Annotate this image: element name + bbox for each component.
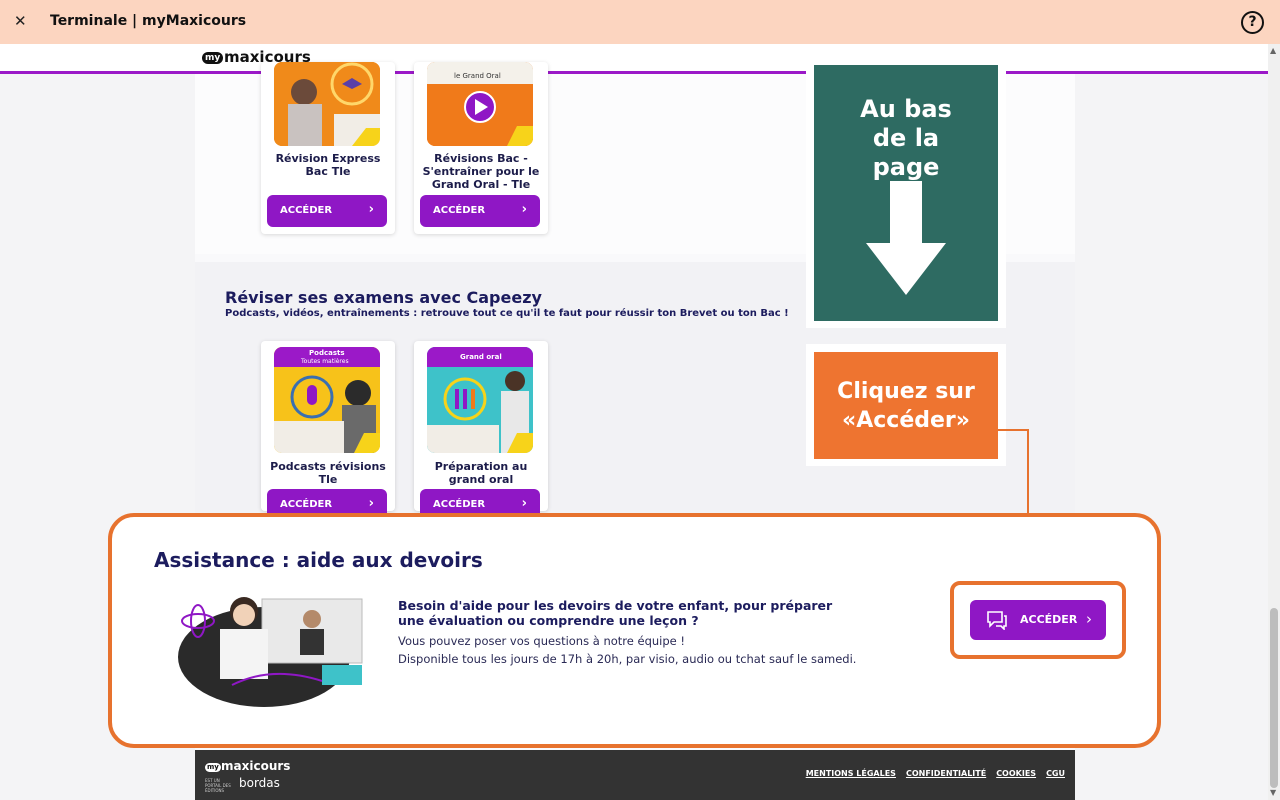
- thumb-badge: Grand oral: [460, 353, 502, 361]
- chevron-right-icon: ›: [521, 202, 527, 217]
- assistance-illustration: [178, 597, 363, 707]
- section-title: Réviser ses examens avec Capeezy: [225, 288, 542, 307]
- thumb-caption: le Grand Oral: [454, 72, 501, 80]
- arrow-down-icon: [866, 181, 946, 295]
- assistance-title: Assistance : aide aux devoirs: [154, 548, 483, 572]
- assistance-section: Assistance : aide aux devoirs Besoin d'a…: [108, 513, 1161, 748]
- chevron-right-icon: ›: [368, 496, 374, 511]
- access-button[interactable]: ACCÉDER ›: [420, 195, 540, 227]
- highlight-frame: ACCÉDER ›: [950, 581, 1126, 659]
- card-thumbnail: Grand oral: [427, 347, 533, 453]
- chevron-right-icon: ›: [1086, 610, 1092, 628]
- card-title: Podcasts révisions Tle: [270, 460, 386, 486]
- site-header: my maxicours: [0, 44, 1268, 74]
- course-card: Grand oral Préparation au grand oral ACC…: [414, 341, 548, 521]
- thumb-badge: Podcasts: [309, 349, 345, 357]
- chevron-right-icon: ›: [521, 496, 527, 511]
- card-title: Préparation au grand oral: [434, 460, 528, 486]
- footer-logo-my: my: [205, 763, 221, 772]
- callout-connector: [998, 429, 1028, 431]
- scrollbar-thumb[interactable]: [1270, 608, 1278, 788]
- footer-links: MENTIONS LÉGALES CONFIDENTIALITÉ COOKIES…: [806, 769, 1065, 778]
- footer-link-confidentialite[interactable]: CONFIDENTIALITÉ: [906, 769, 986, 778]
- callout-text: Cliquez sur «Accéder»: [837, 379, 975, 433]
- site-footer: my maxicours EST UN PORTAIL DES ÉDITIONS…: [195, 750, 1075, 800]
- card-title: Révision Express Bac Tle: [275, 152, 381, 178]
- close-icon[interactable]: ✕: [14, 12, 27, 30]
- course-card: Podcasts Toutes matières Podcasts révisi…: [261, 341, 395, 521]
- chat-icon: [987, 611, 1007, 630]
- card-title: Révisions Bac - S'entraîner pour le Gran…: [422, 152, 540, 191]
- instruction-callout-green: Au bas de la page: [814, 65, 998, 321]
- thumb-badge-sub: Toutes matières: [301, 358, 349, 365]
- question-icon[interactable]: ?: [1241, 11, 1264, 34]
- course-card: le Grand Oral Révisions Bac - S'entraîne…: [414, 62, 548, 234]
- footer-logo[interactable]: maxicours: [221, 759, 290, 773]
- access-button[interactable]: ACCÉDER ›: [267, 195, 387, 227]
- assistance-line: Disponible tous les jours de 17h à 20h, …: [398, 652, 857, 666]
- card-thumbnail: [274, 62, 380, 146]
- footer-link-cookies[interactable]: COOKIES: [996, 769, 1036, 778]
- logo-my: my: [202, 52, 224, 64]
- scroll-down-icon[interactable]: ▼: [1270, 788, 1276, 797]
- assistance-headline: Besoin d'aide pour les devoirs de votre …: [398, 598, 833, 628]
- footer-logo-sub: EST UN PORTAIL DES ÉDITIONS: [205, 778, 231, 793]
- section-subtitle: Podcasts, vidéos, entraînements : retrou…: [225, 308, 789, 319]
- window-titlebar: ✕ Terminale | myMaxicours ?: [0, 0, 1280, 44]
- footer-link-cgu[interactable]: CGU: [1046, 769, 1065, 778]
- scroll-up-icon[interactable]: ▲: [1270, 46, 1276, 55]
- card-thumbnail: Podcasts Toutes matières: [274, 347, 380, 453]
- window-title: Terminale | myMaxicours: [50, 13, 247, 29]
- footer-link-mentions[interactable]: MENTIONS LÉGALES: [806, 769, 896, 778]
- assistance-line: Vous pouvez poser vos questions à notre …: [398, 634, 685, 648]
- assistance-access-button[interactable]: ACCÉDER ›: [970, 600, 1106, 640]
- chevron-right-icon: ›: [368, 202, 374, 217]
- bordas-logo[interactable]: bordas: [239, 776, 280, 790]
- course-card: Révision Express Bac Tle ACCÉDER ›: [261, 62, 395, 234]
- instruction-callout-orange: Cliquez sur «Accéder»: [814, 352, 998, 459]
